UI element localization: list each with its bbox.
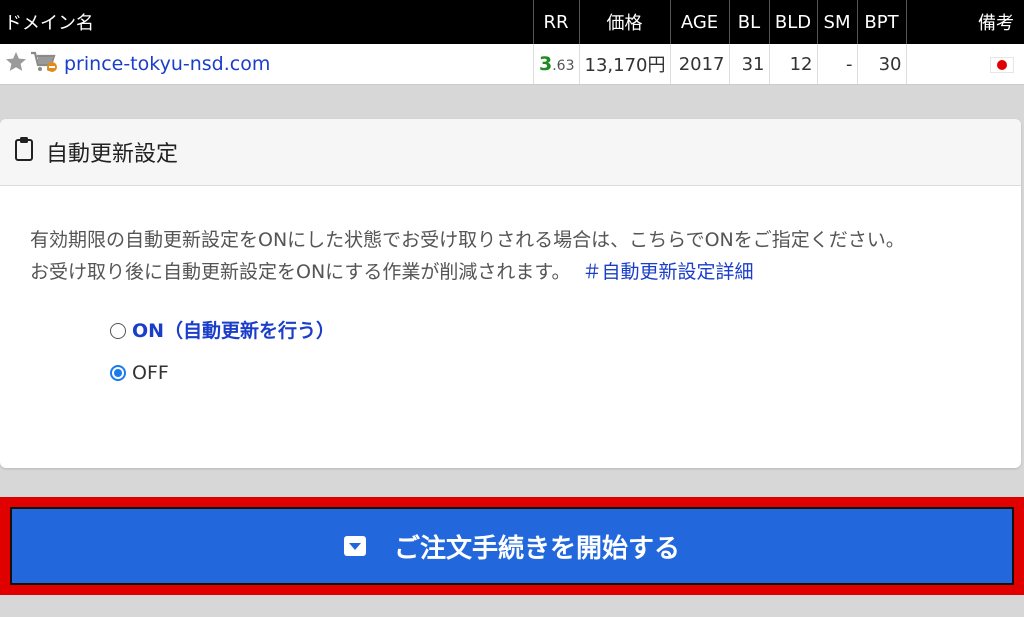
table-row: prince-tokyu-nsd.com 3.63 13,170円 2017 3… bbox=[0, 44, 1024, 85]
bld-value: 12 bbox=[769, 44, 818, 85]
header-domain[interactable]: ドメイン名 bbox=[0, 0, 534, 44]
radio-on[interactable] bbox=[110, 323, 126, 339]
domain-table: ドメイン名 RR 価格 AGE BL BLD SM BPT 備考 prince-… bbox=[0, 0, 1024, 85]
header-bld[interactable]: BLD bbox=[769, 0, 818, 44]
note-cell bbox=[906, 44, 1024, 85]
option-on[interactable]: ON（自動更新を行う） bbox=[110, 310, 991, 352]
auto-renew-panel: 自動更新設定 有効期限の自動更新設定をONにした状態でお受け取りされる場合は、こ… bbox=[0, 119, 1021, 468]
description-line2: お受け取り後に自動更新設定をONにする作業が削減されます。 bbox=[30, 261, 571, 283]
header-age[interactable]: AGE bbox=[670, 0, 730, 44]
auto-renew-options: ON（自動更新を行う） OFF bbox=[30, 310, 991, 394]
option-on-label[interactable]: ON（自動更新を行う） bbox=[132, 315, 335, 347]
option-off[interactable]: OFF bbox=[110, 352, 991, 394]
header-price[interactable]: 価格 bbox=[579, 0, 671, 44]
star-icon[interactable] bbox=[4, 50, 28, 79]
option-off-label[interactable]: OFF bbox=[132, 357, 169, 389]
sm-value: - bbox=[817, 44, 858, 85]
header-sm[interactable]: SM bbox=[817, 0, 858, 44]
start-order-label: ご注文手続きを開始する bbox=[393, 533, 680, 564]
description-line2-wrap: お受け取り後に自動更新設定をONにする作業が削減されます。 ＃自動更新設定詳細 bbox=[30, 256, 991, 288]
panel-body: 有効期限の自動更新設定をONにした状態でお受け取りされる場合は、こちらでONをご… bbox=[0, 186, 1021, 394]
order-button-highlight: ご注文手続きを開始する bbox=[0, 497, 1024, 595]
panel-title: 自動更新設定 bbox=[46, 142, 179, 167]
header-bl[interactable]: BL bbox=[729, 0, 770, 44]
bpt-value: 30 bbox=[857, 44, 907, 85]
caret-down-square-icon bbox=[343, 536, 366, 556]
header-rr[interactable]: RR bbox=[533, 0, 580, 44]
header-bpt[interactable]: BPT bbox=[857, 0, 907, 44]
japan-flag-icon bbox=[990, 56, 1014, 73]
panel-header: 自動更新設定 bbox=[0, 119, 1021, 186]
rr-main-value: 3 bbox=[539, 53, 553, 75]
auto-renew-detail-link[interactable]: ＃自動更新設定詳細 bbox=[582, 261, 753, 283]
age-value: 2017 bbox=[670, 44, 730, 85]
price-value: 13,170円 bbox=[579, 44, 671, 85]
domain-cell: prince-tokyu-nsd.com bbox=[0, 44, 534, 85]
start-order-button[interactable]: ご注文手続きを開始する bbox=[10, 507, 1014, 585]
radio-off[interactable] bbox=[110, 365, 126, 381]
rr-sub-value: .63 bbox=[552, 58, 575, 74]
table-header-row: ドメイン名 RR 価格 AGE BL BLD SM BPT 備考 bbox=[0, 0, 1024, 44]
cart-remove-icon[interactable] bbox=[30, 50, 58, 79]
rr-value: 3.63 bbox=[533, 44, 580, 85]
header-note: 備考 bbox=[906, 0, 1024, 44]
clipboard-icon bbox=[14, 136, 34, 168]
domain-link[interactable]: prince-tokyu-nsd.com bbox=[64, 53, 270, 75]
bl-value: 31 bbox=[729, 44, 770, 85]
description-line1: 有効期限の自動更新設定をONにした状態でお受け取りされる場合は、こちらでONをご… bbox=[30, 229, 905, 251]
